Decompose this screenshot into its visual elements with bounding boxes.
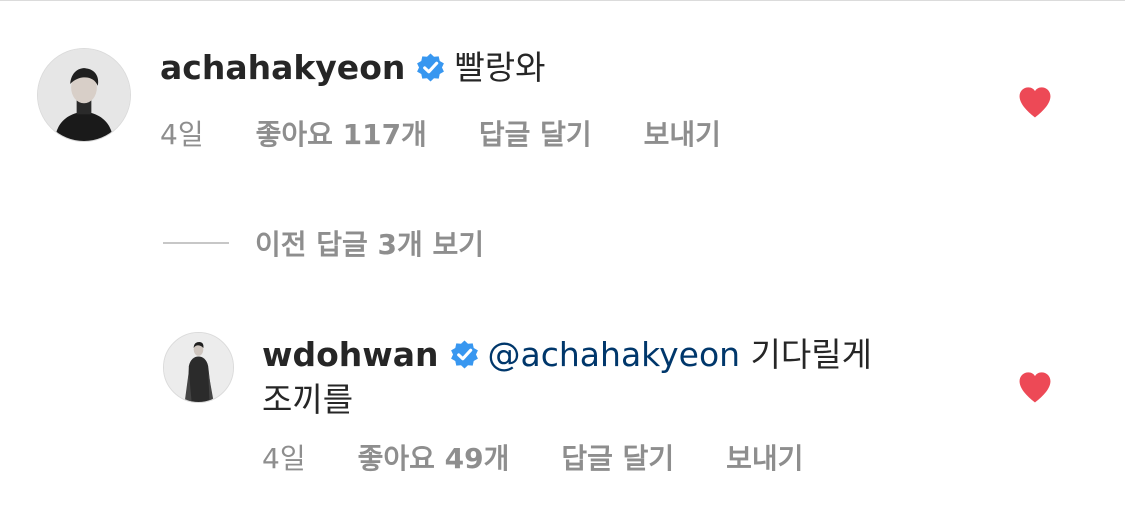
reply-send-button[interactable]: 보내기 — [726, 441, 803, 477]
top-divider — [0, 0, 1125, 1]
reply-time[interactable]: 4일 — [262, 441, 306, 477]
reply-meta: 4일 좋아요 49개 답글 달기 보내기 — [262, 441, 803, 477]
reply-avatar[interactable] — [163, 332, 234, 403]
view-previous-replies[interactable]: 이전 답글 3개 보기 — [163, 223, 484, 263]
reply-like-heart-icon[interactable] — [1016, 370, 1054, 404]
verified-badge-icon — [415, 52, 446, 83]
comment-likes-count[interactable]: 좋아요 117개 — [256, 117, 427, 153]
comment-like-heart-icon[interactable] — [1016, 85, 1054, 119]
comment-meta: 4일 좋아요 117개 답글 달기 보내기 — [160, 117, 721, 153]
comment-username[interactable]: achahakyeon — [160, 48, 405, 87]
avatar-photo — [38, 49, 130, 141]
replies-divider — [163, 242, 229, 244]
reply-line-1: wdohwan @achahakyeon 기다릴게 — [262, 333, 872, 377]
view-previous-replies-label[interactable]: 이전 답글 3개 보기 — [255, 223, 484, 263]
reply-mention-link[interactable]: @achahakyeon — [488, 335, 741, 374]
reply-text-line-2: 조끼를 — [262, 380, 354, 419]
reply-likes-count[interactable]: 좋아요 49개 — [358, 441, 510, 477]
reply-reply-button[interactable]: 답글 달기 — [561, 441, 674, 477]
reply-avatar-photo — [164, 333, 233, 402]
reply-username[interactable]: wdohwan — [262, 335, 439, 374]
avatar[interactable] — [37, 48, 131, 142]
comment-line: achahakyeon 빨랑와 — [160, 46, 545, 90]
reply-text-line-1: 기다릴게 — [750, 335, 872, 374]
reply-line-2: 조끼를 — [262, 378, 353, 422]
verified-badge-icon — [449, 339, 480, 370]
comment-time[interactable]: 4일 — [160, 117, 204, 153]
comment-reply-button[interactable]: 답글 달기 — [479, 117, 592, 153]
comment-text: 빨랑와 — [454, 48, 546, 87]
comment-send-button[interactable]: 보내기 — [644, 117, 721, 153]
